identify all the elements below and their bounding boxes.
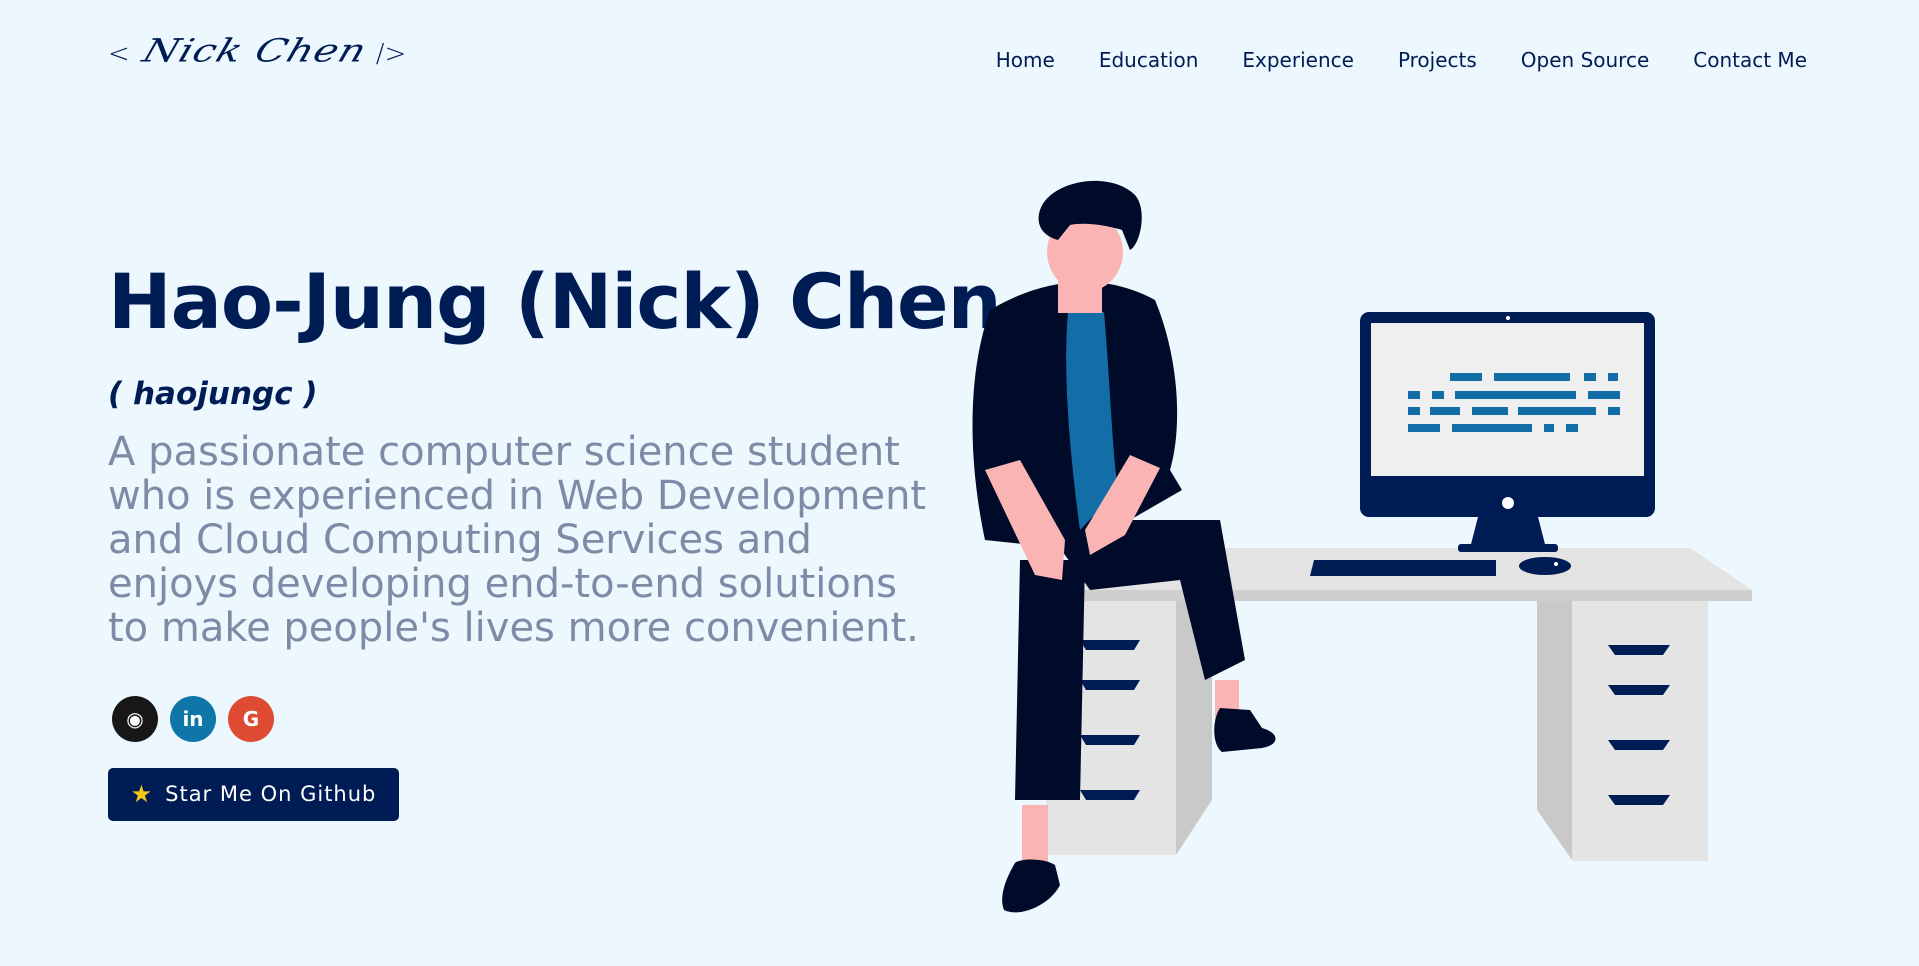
star-icon: ★ xyxy=(130,780,154,809)
social-links: ◉ in G xyxy=(112,695,968,742)
linkedin-link[interactable]: in xyxy=(170,695,216,742)
main-nav: Home Education Experience Projects Open … xyxy=(996,48,1807,72)
logo-open-bracket: < xyxy=(108,39,130,69)
linkedin-icon: in xyxy=(182,706,204,731)
google-link[interactable]: G xyxy=(228,695,274,742)
nav-open-source[interactable]: Open Source xyxy=(1521,48,1649,72)
logo-close-bracket: /> xyxy=(375,39,407,69)
nav-experience[interactable]: Experience xyxy=(1242,48,1354,72)
logo[interactable]: < Nick Chen /> xyxy=(108,32,407,74)
site-header: < Nick Chen /> Home Education Experience… xyxy=(0,0,1919,120)
monitor-illustration xyxy=(1310,312,1655,576)
star-button-label: Star Me On Github xyxy=(165,782,377,807)
nav-contact-me[interactable]: Contact Me xyxy=(1693,48,1807,72)
hero-name: Hao-Jung (Nick) Chen xyxy=(108,257,1002,346)
hero-username: ( haojungc ) xyxy=(108,375,318,412)
github-link[interactable]: ◉ xyxy=(112,695,158,742)
logo-signature: Nick Chen xyxy=(137,32,372,70)
star-on-github-button[interactable]: ★ Star Me On Github xyxy=(108,767,399,821)
desk-illustration xyxy=(1046,548,1752,861)
developer-illustration xyxy=(972,180,1752,913)
hero-description: A passionate computer science student wh… xyxy=(108,428,927,651)
nav-education[interactable]: Education xyxy=(1099,48,1199,72)
github-icon: ◉ xyxy=(126,706,144,731)
nav-projects[interactable]: Projects xyxy=(1398,48,1477,72)
hero-section: Hao-Jung (Nick) Chen ( haojungc ) A pass… xyxy=(108,257,1002,821)
google-icon: G xyxy=(242,706,260,731)
nav-home[interactable]: Home xyxy=(996,48,1055,72)
